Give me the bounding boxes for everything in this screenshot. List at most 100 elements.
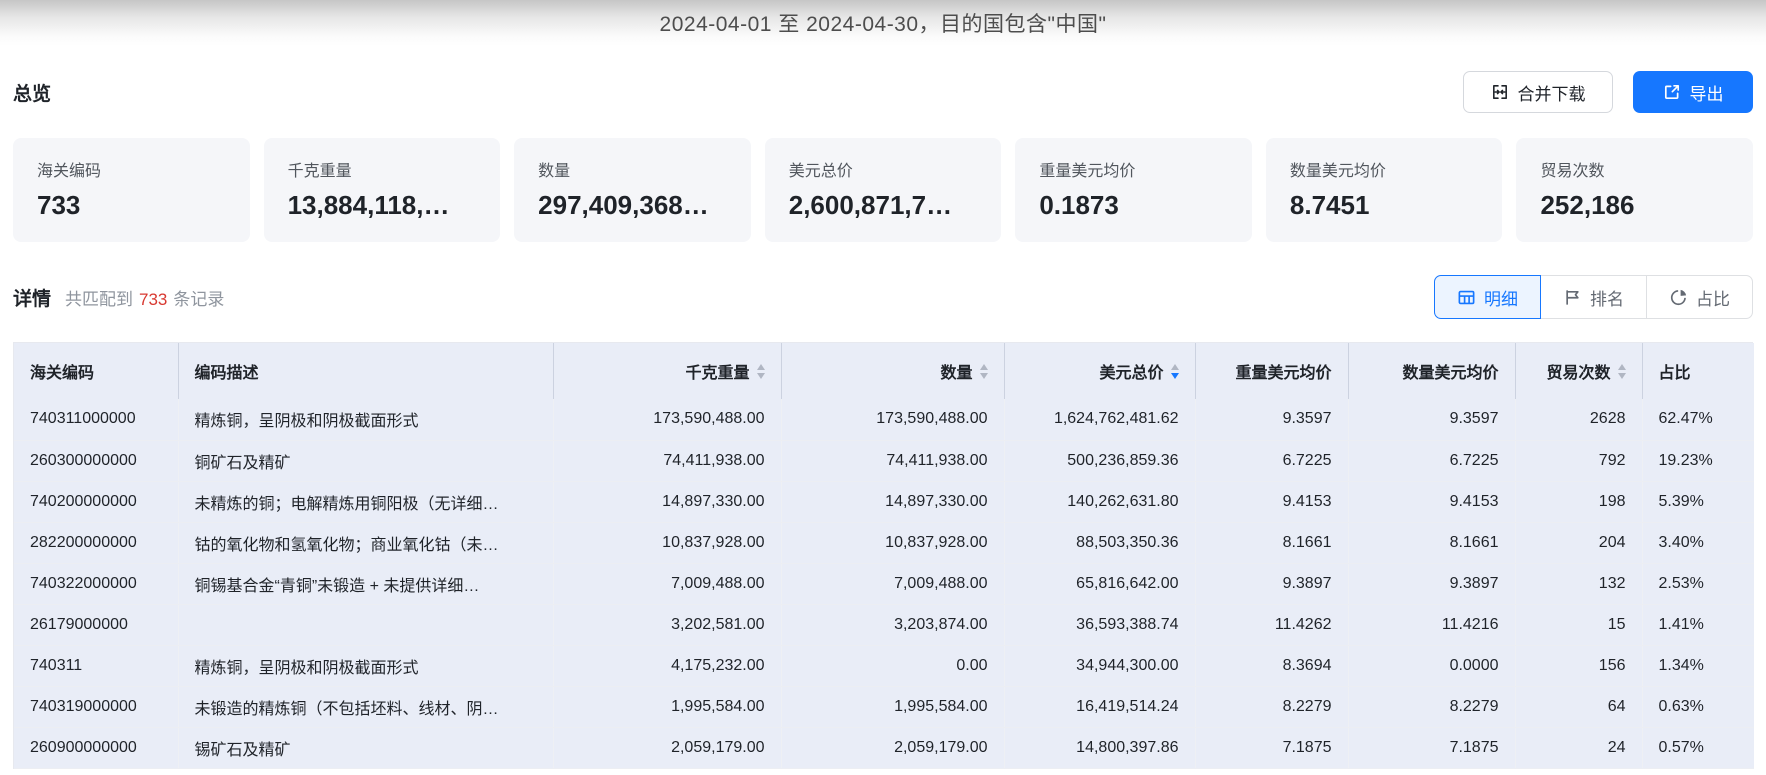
column-label: 编码描述 (195, 359, 259, 383)
column-header-6: 重量美元均价 (1195, 343, 1348, 399)
table-row[interactable]: 261790000003,202,581.003,203,874.0036,59… (14, 604, 1754, 645)
table-cell: 740311 (14, 645, 178, 686)
table-cell: 15 (1515, 604, 1642, 645)
sort-carets-icon[interactable] (980, 364, 988, 379)
match-prefix: 共匹配到 (65, 285, 133, 310)
card-value: 252,186 (1540, 190, 1729, 221)
table-row[interactable]: 740319000000未锻造的精炼铜（不包括坯料、线材、阴…1,995,584… (14, 686, 1754, 727)
table-cell: 16,419,514.24 (1004, 686, 1195, 727)
table-cell: 156 (1515, 645, 1642, 686)
table-cell: 14,897,330.00 (781, 481, 1004, 522)
table-cell: 10,837,928.00 (781, 522, 1004, 563)
table-row[interactable]: 282200000000钴的氧化物和氢氧化物；商业氧化钴（未…10,837,92… (14, 522, 1754, 563)
main-content: 总览 合并下载 导出 海关编码733千克重量13,884,118,…数量297,… (0, 70, 1766, 769)
column-header-5[interactable]: 美元总价 (1004, 343, 1195, 399)
table-cell: 198 (1515, 481, 1642, 522)
table-row[interactable]: 740311精炼铜，呈阴极和阴极截面形式4,175,232.000.0034,9… (14, 645, 1754, 686)
card-value: 297,409,368… (538, 190, 727, 221)
table-cell: 7.1875 (1195, 727, 1348, 768)
card-label: 美元总价 (789, 157, 978, 181)
table-cell: 1,624,762,481.62 (1004, 399, 1195, 440)
table-cell: 8.1661 (1195, 522, 1348, 563)
table-cell: 132 (1515, 563, 1642, 604)
tab-label: 明细 (1484, 285, 1518, 310)
table-cell: 173,590,488.00 (781, 399, 1004, 440)
tab-ranking[interactable]: 排名 (1540, 275, 1647, 319)
export-button[interactable]: 导出 (1633, 71, 1753, 113)
table-cell (178, 604, 553, 645)
table-cell: 7,009,488.00 (781, 563, 1004, 604)
card-label: 贸易次数 (1540, 157, 1729, 181)
summary-card: 数量美元均价8.7451 (1266, 138, 1503, 242)
tab-label: 排名 (1590, 285, 1624, 310)
table-row[interactable]: 740322000000铜锡基合金“青铜”未锻造 + 未提供详细…7,009,4… (14, 563, 1754, 604)
column-header-4[interactable]: 数量 (781, 343, 1004, 399)
table-cell: 500,236,859.36 (1004, 440, 1195, 481)
table-row[interactable]: 740200000000未精炼的铜；电解精炼用铜阳极（无详细…14,897,33… (14, 481, 1754, 522)
tab-detail[interactable]: 明细 (1434, 275, 1541, 319)
detail-title: 详情 (13, 284, 51, 311)
table-cell: 精炼铜，呈阴极和阴极截面形式 (178, 645, 553, 686)
column-label: 千克重量 (685, 359, 749, 383)
table-cell: 3,203,874.00 (781, 604, 1004, 645)
card-label: 数量美元均价 (1290, 157, 1479, 181)
merge-download-button[interactable]: 合并下载 (1463, 71, 1613, 113)
table-icon (1457, 288, 1476, 307)
summary-card: 美元总价 2,600,871,7… (765, 138, 1002, 242)
table-cell: 740200000000 (14, 481, 178, 522)
table-cell: 0.57% (1642, 727, 1754, 768)
table-cell: 4,175,232.00 (553, 645, 781, 686)
column-header-7: 数量美元均价 (1348, 343, 1515, 399)
table-cell: 9.3897 (1348, 563, 1515, 604)
table-cell: 74,411,938.00 (553, 440, 781, 481)
column-header-3[interactable]: 千克重量 (553, 343, 781, 399)
table-cell: 34,944,300.00 (1004, 645, 1195, 686)
overview-title: 总览 (13, 79, 51, 106)
table-cell: 9.4153 (1348, 481, 1515, 522)
card-value: 2,600,871,7… (789, 190, 978, 221)
match-summary: 共匹配到 733 条记录 (65, 285, 224, 310)
table-cell: 26179000000 (14, 604, 178, 645)
export-label: 导出 (1690, 80, 1724, 105)
table-cell: 24 (1515, 727, 1642, 768)
table-cell: 11.4216 (1348, 604, 1515, 645)
table-row[interactable]: 260300000000铜矿石及精矿74,411,938.0074,411,93… (14, 440, 1754, 481)
table-cell: 1.34% (1642, 645, 1754, 686)
card-value: 0.1873 (1039, 190, 1228, 221)
table-cell: 19.23% (1642, 440, 1754, 481)
overview-header: 总览 合并下载 导出 (13, 70, 1753, 114)
table-cell: 8.2279 (1195, 686, 1348, 727)
summary-card: 千克重量13,884,118,… (264, 138, 501, 242)
table-cell: 7,009,488.00 (553, 563, 781, 604)
table-cell: 2628 (1515, 399, 1642, 440)
sort-carets-icon[interactable] (757, 364, 765, 379)
card-label: 海关编码 (37, 157, 226, 181)
table-cell: 2,059,179.00 (781, 727, 1004, 768)
tab-share[interactable]: 占比 (1646, 275, 1753, 319)
table-header-row: 海关编码编码描述千克重量数量美元总价重量美元均价数量美元均价贸易次数占比 (14, 343, 1754, 399)
table-cell: 64 (1515, 686, 1642, 727)
table-cell: 36,593,388.74 (1004, 604, 1195, 645)
summary-card: 数量297,409,368… (514, 138, 751, 242)
column-label: 美元总价 (1099, 359, 1163, 383)
sort-carets-icon[interactable] (1171, 364, 1179, 379)
sort-carets-icon[interactable] (1618, 364, 1626, 379)
table-cell: 8.2279 (1348, 686, 1515, 727)
merge-icon (1491, 83, 1509, 101)
column-header-8[interactable]: 贸易次数 (1515, 343, 1642, 399)
table-cell: 740319000000 (14, 686, 178, 727)
table-cell: 1,995,584.00 (553, 686, 781, 727)
table-cell: 锡矿石及精矿 (178, 727, 553, 768)
table-cell: 0.00 (781, 645, 1004, 686)
table-cell: 铜锡基合金“青铜”未锻造 + 未提供详细… (178, 563, 553, 604)
detail-header: 详情 共匹配到 733 条记录 明细 排名占比 (13, 274, 1753, 320)
table-cell: 2,059,179.00 (553, 727, 781, 768)
table-row[interactable]: 260900000000锡矿石及精矿2,059,179.002,059,179.… (14, 727, 1754, 768)
table-row[interactable]: 740311000000精炼铜，呈阴极和阴极截面形式173,590,488.00… (14, 399, 1754, 440)
table-cell: 792 (1515, 440, 1642, 481)
table-cell: 未锻造的精炼铜（不包括坯料、线材、阴… (178, 686, 553, 727)
match-count: 733 (139, 290, 167, 310)
table-cell: 10,837,928.00 (553, 522, 781, 563)
export-icon (1663, 83, 1681, 101)
table-cell: 173,590,488.00 (553, 399, 781, 440)
